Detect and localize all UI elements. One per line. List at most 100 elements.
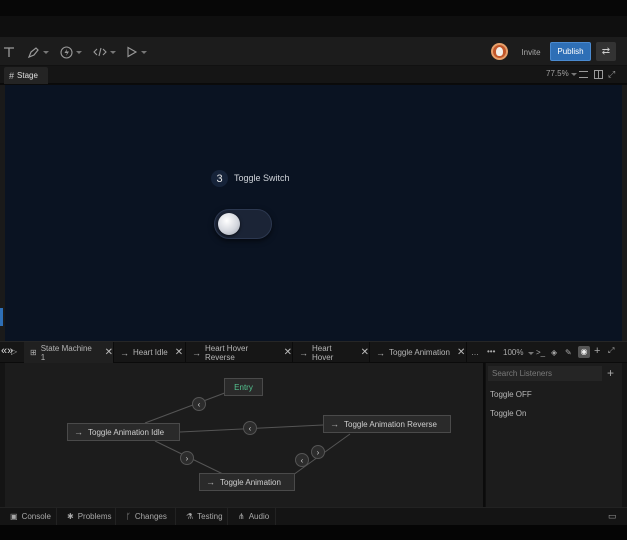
bolt-icon (60, 45, 73, 59)
invite-button[interactable]: Invite (514, 44, 548, 60)
chevron-down-icon[interactable] (528, 352, 534, 355)
tab-heart-idle[interactable]: → Heart Idle ✕ (114, 342, 186, 363)
step-title: Toggle Switch (234, 173, 290, 183)
tab-stage[interactable]: # Stage (4, 67, 48, 84)
chevron-down-icon (110, 50, 116, 54)
state-node-toggle-animation-idle[interactable]: → Toggle Animation Idle (67, 423, 180, 441)
arrow-icon: → (192, 347, 201, 358)
graph-right-edge (622, 363, 627, 507)
transition-handle[interactable]: ‹ (243, 421, 257, 435)
publish-button[interactable]: Publish (550, 42, 591, 61)
state-machine-graph[interactable]: ‹ ‹ › ‹ › Entry → Toggle Animation Idle … (5, 363, 483, 507)
tab-label: Problems (77, 512, 112, 521)
chevron-down-icon (141, 50, 147, 54)
play-icon (127, 46, 138, 58)
transition-handle[interactable]: › (311, 445, 325, 459)
flask-icon: ⚗ (186, 512, 194, 521)
tab-label: Heart Hover Reverse (205, 343, 249, 362)
step-number-badge: 3 (211, 170, 228, 187)
tab-label: Changes (134, 512, 167, 521)
tab-heart-hover-reverse[interactable]: → Heart Hover Reverse ✕ (186, 342, 293, 363)
arrow-icon: → (376, 347, 385, 358)
graph-zoom-value[interactable]: 100% (503, 348, 523, 357)
window-top-bar (0, 0, 627, 16)
transition-handle[interactable]: ‹ (192, 397, 206, 411)
add-icon[interactable]: + (594, 345, 600, 357)
expand-icon[interactable]: ⤢ (608, 346, 614, 356)
more-options-button[interactable]: ••• (487, 347, 495, 356)
tab-console[interactable]: ▣ Console (0, 508, 57, 525)
tab-problems[interactable]: ✱ Problems (57, 508, 116, 525)
tab-state-machine-1[interactable]: ⊞ State Machine 1 ✕ (24, 342, 114, 363)
play-icon[interactable]: ▷ (11, 347, 17, 356)
state-machine-tab-bar: «» ▷ ⊞ State Machine 1 ✕ → Heart Idle ✕ … (0, 341, 627, 363)
align-icon[interactable] (579, 71, 588, 78)
pen-tool-button[interactable] (27, 44, 49, 60)
tab-label: Heart Hover (312, 343, 334, 362)
tab-label: Console (21, 512, 51, 521)
branch-icon: ᚴ (126, 512, 131, 521)
code-icon (93, 47, 107, 57)
arrow-icon: → (330, 419, 339, 429)
search-listeners-input[interactable] (488, 366, 602, 381)
swap-icon: ⇄ (601, 46, 611, 57)
tab-label: Heart Idle (133, 348, 168, 357)
panel-toggle-icon[interactable]: ▭ (608, 511, 617, 522)
listener-icon[interactable]: ◉ (578, 346, 590, 358)
terminal-icon[interactable]: >_ (536, 348, 545, 357)
bolt-tool-button[interactable] (60, 44, 82, 60)
tab-label: State Machine 1 (40, 343, 92, 362)
overflow-tabs-indicator[interactable]: … (471, 348, 479, 357)
edit-icon[interactable]: ✎ (565, 348, 572, 357)
text-tool-icon (4, 47, 14, 57)
transition-handle[interactable]: › (180, 451, 194, 465)
close-icon[interactable]: ✕ (284, 347, 292, 358)
stage-zoom-value[interactable]: 77.5% (546, 69, 569, 78)
avatar[interactable] (491, 43, 508, 60)
code-tool-button[interactable] (93, 44, 116, 60)
audio-icon: ⋔ (238, 512, 245, 521)
node-label: Toggle Animation Reverse (344, 419, 437, 429)
listener-item[interactable]: Toggle On (490, 409, 526, 418)
entry-node[interactable]: Entry (224, 378, 263, 396)
transition-handle[interactable]: ‹ (295, 453, 309, 467)
node-label: Toggle Animation Idle (88, 427, 165, 437)
toggle-knob[interactable] (218, 213, 240, 235)
close-icon[interactable]: ✕ (175, 347, 183, 358)
tab-label: Toggle Animation (389, 348, 450, 357)
split-view-icon[interactable] (594, 70, 603, 79)
arrow-icon: → (206, 477, 215, 487)
text-tool-button[interactable] (3, 44, 15, 60)
listener-item[interactable]: Toggle OFF (490, 390, 532, 399)
pen-tool-icon (27, 46, 39, 58)
console-icon: ▣ (10, 512, 18, 521)
stage-tab-bar: # Stage 77.5% ⤢ (0, 66, 627, 84)
tab-stage-label: Stage (17, 71, 38, 80)
layers-icon[interactable]: ◈ (551, 348, 557, 357)
close-icon[interactable]: ✕ (105, 347, 113, 358)
tab-toggle-animation[interactable]: → Toggle Animation ✕ (370, 342, 467, 363)
stage-canvas[interactable] (5, 85, 622, 341)
share-button[interactable]: ⇄ (596, 42, 616, 61)
arrow-icon: → (74, 427, 83, 437)
chevron-down-icon (43, 50, 49, 54)
tab-testing[interactable]: ⚗ Testing (176, 508, 228, 525)
close-icon[interactable]: ✕ (457, 347, 465, 358)
chevron-down-icon[interactable] (571, 73, 577, 76)
play-button[interactable] (126, 44, 147, 60)
window-title-bar (0, 16, 627, 38)
close-icon[interactable]: ✕ (361, 347, 369, 358)
tab-heart-hover[interactable]: → Heart Hover ✕ (293, 342, 370, 363)
state-machine-icon: ⊞ (30, 348, 37, 357)
tab-audio[interactable]: ⋔ Audio (228, 508, 276, 525)
tab-label: Audio (248, 512, 270, 521)
window-bottom-bar (0, 525, 627, 540)
add-listener-button[interactable]: + (607, 367, 614, 379)
state-node-toggle-animation-reverse[interactable]: → Toggle Animation Reverse (323, 415, 451, 433)
bottom-panel-tabs: ▣ Console ✱ Problems ᚴ Changes ⚗ Testing… (0, 507, 627, 525)
state-node-toggle-animation[interactable]: → Toggle Animation (199, 473, 295, 491)
tab-changes[interactable]: ᚴ Changes (116, 508, 176, 525)
left-panel-accent (0, 308, 3, 326)
expand-icon[interactable]: ⤢ (608, 69, 617, 79)
arrow-icon: → (299, 347, 308, 358)
